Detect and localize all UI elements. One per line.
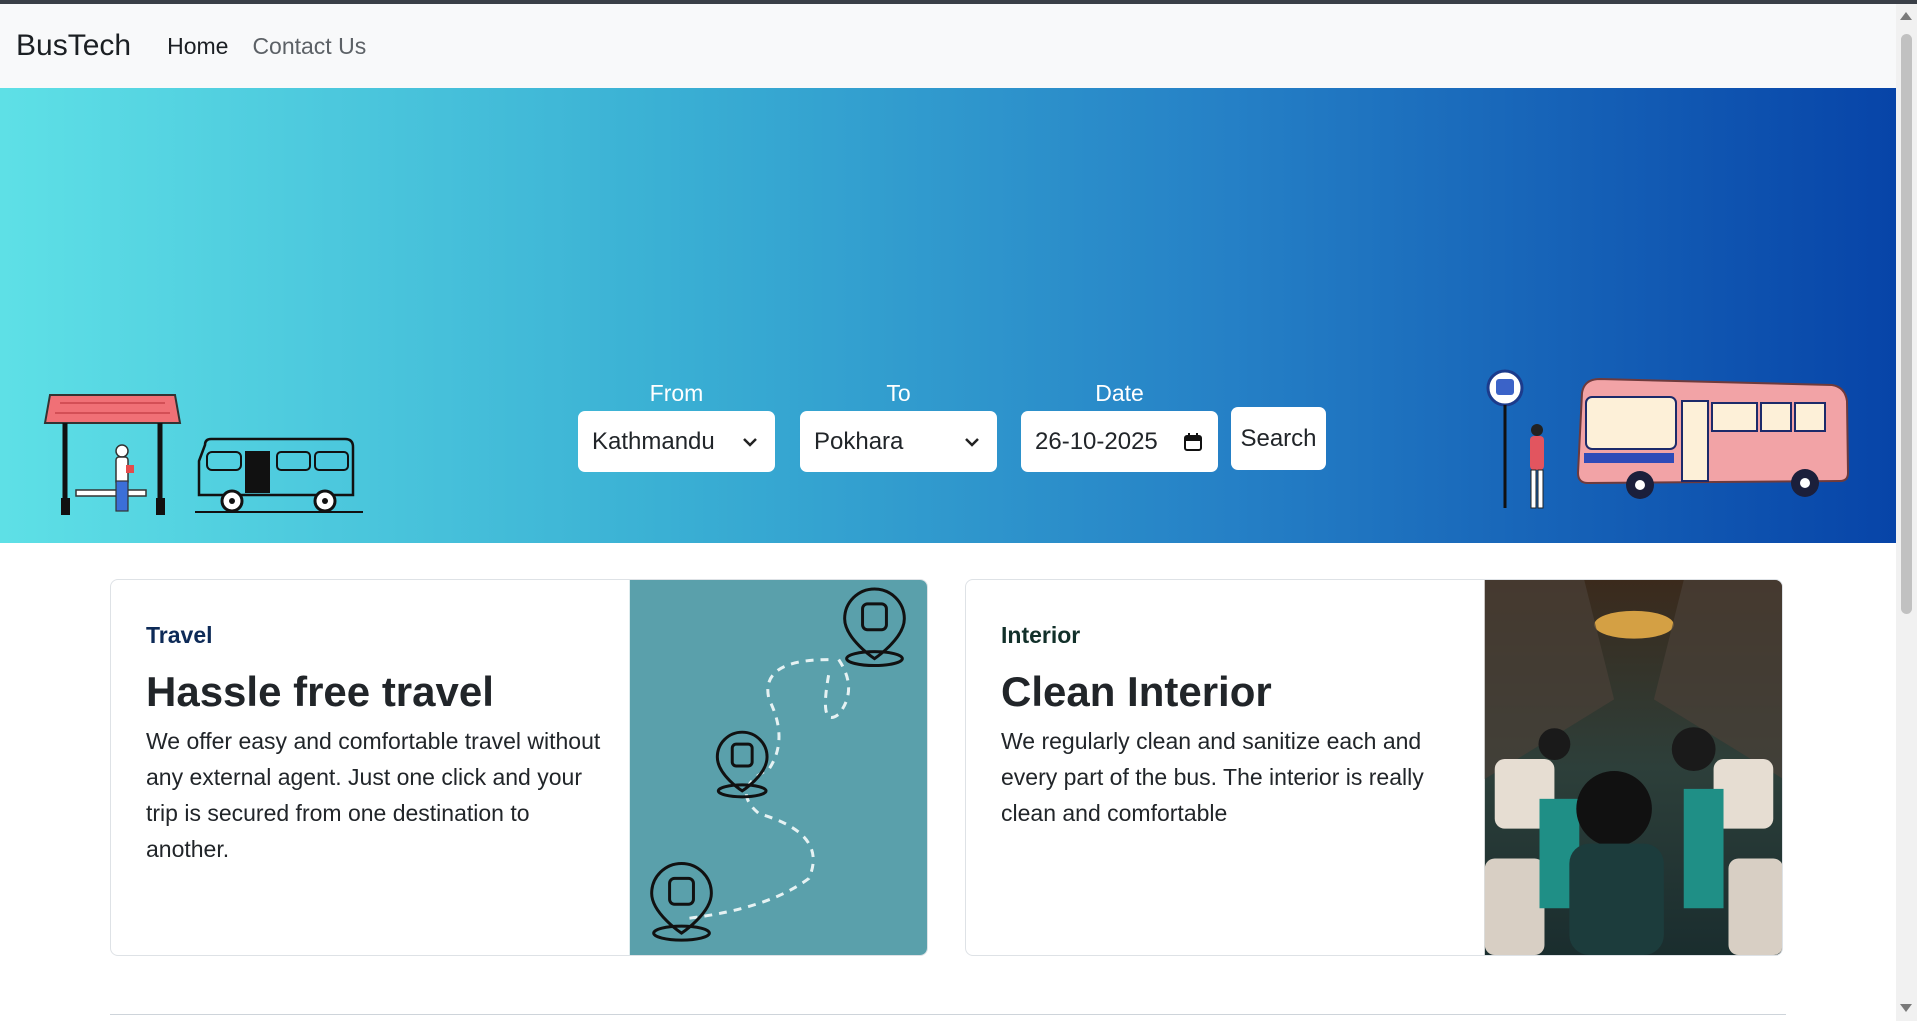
section-divider xyxy=(110,1014,1786,1015)
from-select-value: Kathmandu xyxy=(592,427,715,455)
scrollbar-thumb[interactable] xyxy=(1901,34,1912,614)
card-text: We offer easy and comfortable travel wit… xyxy=(146,728,601,863)
bus-outline-illustration xyxy=(195,437,363,513)
date-input-value: 26-10-2025 xyxy=(1035,427,1158,455)
nav-link-contact[interactable]: Contact Us xyxy=(252,33,366,60)
from-select[interactable]: Kathmandu xyxy=(578,411,775,472)
chevron-down-icon xyxy=(743,437,757,447)
brand-logo[interactable]: BusTech xyxy=(16,29,131,63)
card-title: Clean Interior xyxy=(1001,668,1272,715)
interior-card: Interior Clean Interior We regularly cle… xyxy=(965,579,1783,956)
navbar: BusTech Home Contact Us xyxy=(0,4,1896,88)
chevron-down-icon xyxy=(965,437,979,447)
to-group: To Pokhara xyxy=(800,378,997,472)
nav-link-home[interactable]: Home xyxy=(167,33,228,60)
route-map-illustration xyxy=(629,580,927,955)
scroll-up-arrow-icon[interactable] xyxy=(1900,12,1912,20)
interior-card-body: Interior Clean Interior We regularly cle… xyxy=(1001,622,1461,831)
date-label: Date xyxy=(1095,380,1144,406)
card-text: We regularly clean and sanitize each and… xyxy=(1001,728,1424,827)
calendar-icon[interactable] xyxy=(1182,431,1204,453)
scroll-down-arrow-icon[interactable] xyxy=(1900,1004,1912,1012)
to-label: To xyxy=(886,380,911,406)
bus-interior-photo xyxy=(1484,580,1782,955)
bus-stop-shelter-illustration xyxy=(43,394,182,515)
card-subtitle: Interior xyxy=(1001,622,1081,648)
travel-card-body: Travel Hassle free travel We offer easy … xyxy=(146,622,606,867)
search-button[interactable]: Search xyxy=(1231,407,1326,470)
card-subtitle: Travel xyxy=(146,622,213,648)
from-label: From xyxy=(649,380,704,406)
hero-search-banner: From Kathmandu To Pokhara Date 26-10-202… xyxy=(0,88,1896,543)
card-title: Hassle free travel xyxy=(146,668,494,715)
date-group: Date 26-10-2025 xyxy=(1021,378,1218,472)
from-group: From Kathmandu xyxy=(578,378,775,472)
travel-card: Travel Hassle free travel We offer easy … xyxy=(110,579,928,956)
to-select[interactable]: Pokhara xyxy=(800,411,997,472)
to-select-value: Pokhara xyxy=(814,427,904,455)
page-scrollbar[interactable] xyxy=(1896,4,1917,1021)
date-input[interactable]: 26-10-2025 xyxy=(1021,411,1218,472)
pink-bus-illustration xyxy=(1576,377,1850,499)
bus-stop-sign-illustration xyxy=(1486,369,1544,509)
